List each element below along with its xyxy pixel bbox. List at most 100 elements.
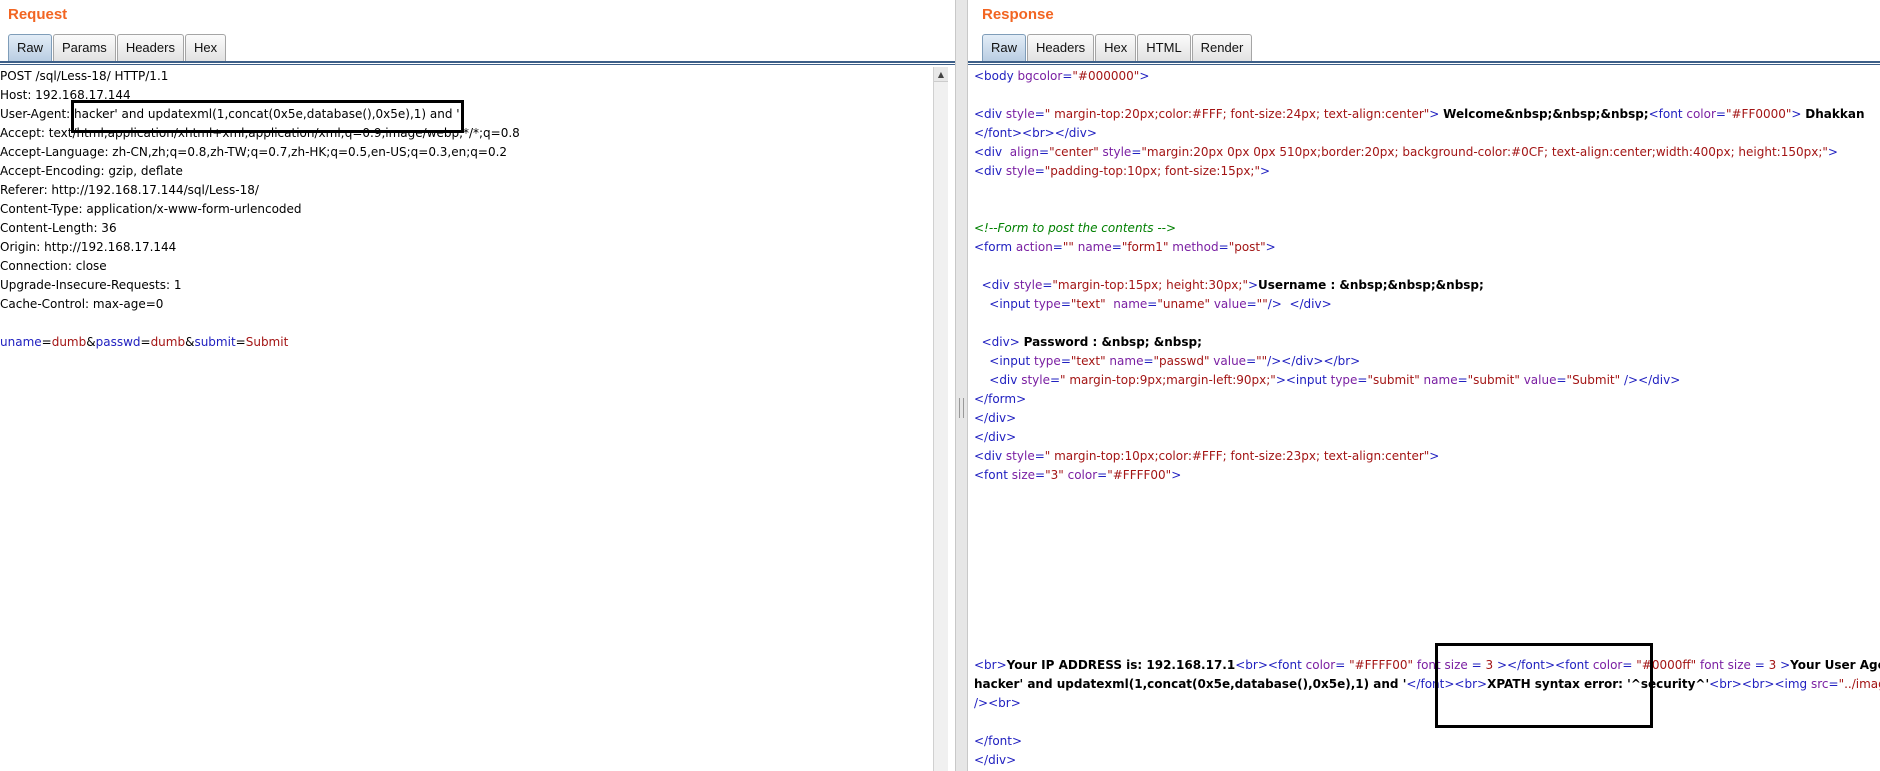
response-line: </div> bbox=[974, 751, 1880, 770]
response-line: hacker' and updatexml(1,concat(0x5e,data… bbox=[974, 675, 1880, 694]
html-tag-token: = bbox=[1828, 677, 1839, 691]
html-attr-token: action bbox=[1015, 240, 1053, 254]
response-line bbox=[974, 580, 1880, 599]
param-equals: = bbox=[41, 335, 52, 349]
html-tag-token: > bbox=[1791, 107, 1806, 121]
html-tag-token: <div bbox=[974, 145, 1010, 159]
response-line: </div> bbox=[974, 428, 1880, 447]
html-attr-token: style bbox=[1005, 107, 1035, 121]
param-value[interactable]: Submit bbox=[246, 335, 289, 349]
response-line: <div style="padding-top:10px; font-size:… bbox=[974, 162, 1880, 181]
tab-hex[interactable]: Hex bbox=[184, 34, 227, 61]
html-val-token: "" bbox=[1256, 297, 1268, 311]
html-tag-token: > bbox=[1429, 449, 1440, 463]
html-tag-token: = bbox=[1246, 297, 1257, 311]
param-name[interactable]: submit bbox=[194, 335, 235, 349]
html-val-token: "text" bbox=[1070, 354, 1110, 368]
request-line: Accept-Language: zh-CN,zh;q=0.8,zh-TW;q=… bbox=[0, 145, 508, 159]
html-val-token: "#FFFF00" bbox=[1349, 658, 1417, 672]
html-tag-token: </font> bbox=[974, 734, 1023, 748]
splitter-grip-icon[interactable] bbox=[959, 398, 964, 418]
html-txt-token: Welcome&nbsp;&nbsp;&nbsp; bbox=[1443, 107, 1649, 121]
response-line: <input type="text" name="passwd" value="… bbox=[974, 352, 1880, 371]
request-line: Accept: text/html,application/xhtml+xml,… bbox=[0, 126, 520, 140]
html-attr-token: value bbox=[1213, 297, 1247, 311]
html-attr-token: name bbox=[1113, 297, 1148, 311]
html-tag-token: </form> bbox=[974, 392, 1027, 406]
tab-render[interactable]: Render bbox=[1191, 34, 1253, 61]
html-tag-token: ><input bbox=[1275, 373, 1331, 387]
html-tag-token: = bbox=[1143, 354, 1154, 368]
html-tag-token: <div bbox=[974, 449, 1006, 463]
html-txt-token: Password : &nbsp; &nbsp; bbox=[1023, 335, 1202, 349]
response-line bbox=[974, 713, 1880, 732]
response-line: <div align="center" style="margin:20px 0… bbox=[974, 143, 1880, 162]
request-tabs: Raw Params Headers Hex bbox=[8, 34, 227, 61]
html-tag-token: = bbox=[1060, 297, 1071, 311]
html-tag-token: = bbox=[1471, 658, 1486, 672]
html-attr-token: style bbox=[1005, 164, 1035, 178]
html-attr-token: style bbox=[1005, 449, 1035, 463]
param-value[interactable]: dumb bbox=[52, 335, 87, 349]
pane-splitter[interactable] bbox=[955, 0, 968, 771]
html-tag-token: /></div></br> bbox=[1267, 354, 1361, 368]
html-attr-token: size bbox=[1011, 468, 1036, 482]
tab-hex[interactable]: Hex bbox=[1095, 34, 1137, 61]
html-tag-token: <input bbox=[974, 297, 1034, 311]
html-val-token: "" bbox=[1062, 240, 1078, 254]
param-name[interactable]: uname bbox=[0, 335, 42, 349]
response-line bbox=[974, 542, 1880, 561]
html-tag-token: > bbox=[1265, 240, 1276, 254]
response-line: <font size="3" color="#FFFF00"> bbox=[974, 466, 1880, 485]
param-value[interactable]: dumb bbox=[151, 335, 186, 349]
html-tag-token: > bbox=[1247, 278, 1259, 292]
response-line: <form action="" name="form1" method="pos… bbox=[974, 238, 1880, 257]
html-tag-token: </div> bbox=[974, 411, 1017, 425]
html-attr-token: name bbox=[1423, 373, 1458, 387]
html-val-token: "#000000" bbox=[1072, 69, 1140, 83]
html-val-token: "form1" bbox=[1121, 240, 1173, 254]
html-attr-token: method bbox=[1172, 240, 1219, 254]
html-tag-token: = bbox=[1039, 145, 1050, 159]
response-raw-viewer[interactable]: <body bgcolor="#000000"> <div style=" mar… bbox=[974, 67, 1880, 770]
html-tag-token: > bbox=[1260, 164, 1271, 178]
response-line: <div style=" margin-top:10px;color:#FFF;… bbox=[974, 447, 1880, 466]
html-val-token: "passwd" bbox=[1153, 354, 1214, 368]
html-tag-token: = bbox=[1715, 107, 1726, 121]
html-tag-token: </font><br></div> bbox=[974, 126, 1097, 140]
tab-headers[interactable]: Headers bbox=[116, 34, 184, 61]
response-line: <input type="text" name="uname" value=""… bbox=[974, 295, 1880, 314]
html-tag-token: = bbox=[1060, 354, 1071, 368]
html-val-token: " margin-top:9px;margin-left:90px;" bbox=[1060, 373, 1276, 387]
html-tag-token: = bbox=[1049, 373, 1061, 387]
html-tag-token: = bbox=[1062, 69, 1073, 83]
html-val-token: 3 bbox=[1485, 658, 1497, 672]
tab-headers[interactable]: Headers bbox=[1027, 34, 1095, 61]
html-txt-token: Username : &nbsp;&nbsp;&nbsp; bbox=[1258, 278, 1484, 292]
html-val-token: "text" bbox=[1070, 297, 1114, 311]
html-val-token: " margin-top:10px;color:#FFF; font-size:… bbox=[1044, 449, 1430, 463]
param-name[interactable]: passwd bbox=[96, 335, 141, 349]
html-tag-token: <div bbox=[974, 107, 1006, 121]
tab-html[interactable]: HTML bbox=[1137, 34, 1191, 61]
request-scrollbar[interactable]: ▲ bbox=[933, 67, 948, 771]
response-line bbox=[974, 618, 1880, 637]
tab-params[interactable]: Params bbox=[53, 34, 116, 61]
html-val-token: "submit" bbox=[1367, 373, 1424, 387]
response-line bbox=[974, 599, 1880, 618]
html-val-token: "submit" bbox=[1467, 373, 1524, 387]
html-attr-token: color bbox=[1067, 468, 1098, 482]
scroll-up-icon[interactable]: ▲ bbox=[934, 67, 948, 82]
html-cmt-token: <!--Form to post the contents --> bbox=[974, 221, 1177, 235]
tab-raw[interactable]: Raw bbox=[982, 34, 1027, 61]
html-val-token: "margin:20px 0px 0px 510px;border:20px; … bbox=[1141, 145, 1828, 159]
request-raw-editor[interactable]: POST /sql/Less-18/ HTTP/1.1 Host: 192.168… bbox=[0, 67, 520, 352]
html-attr-token: font size bbox=[1416, 658, 1472, 672]
html-tag-token: <br> bbox=[974, 658, 1007, 672]
tab-raw[interactable]: Raw bbox=[8, 34, 53, 61]
html-tag-token: <input bbox=[974, 354, 1034, 368]
response-title: Response bbox=[982, 6, 1054, 23]
response-line: <div style=" margin-top:9px;margin-left:… bbox=[974, 371, 1880, 390]
html-attr-token: src bbox=[1811, 677, 1829, 691]
html-tag-token: <div bbox=[974, 164, 1006, 178]
